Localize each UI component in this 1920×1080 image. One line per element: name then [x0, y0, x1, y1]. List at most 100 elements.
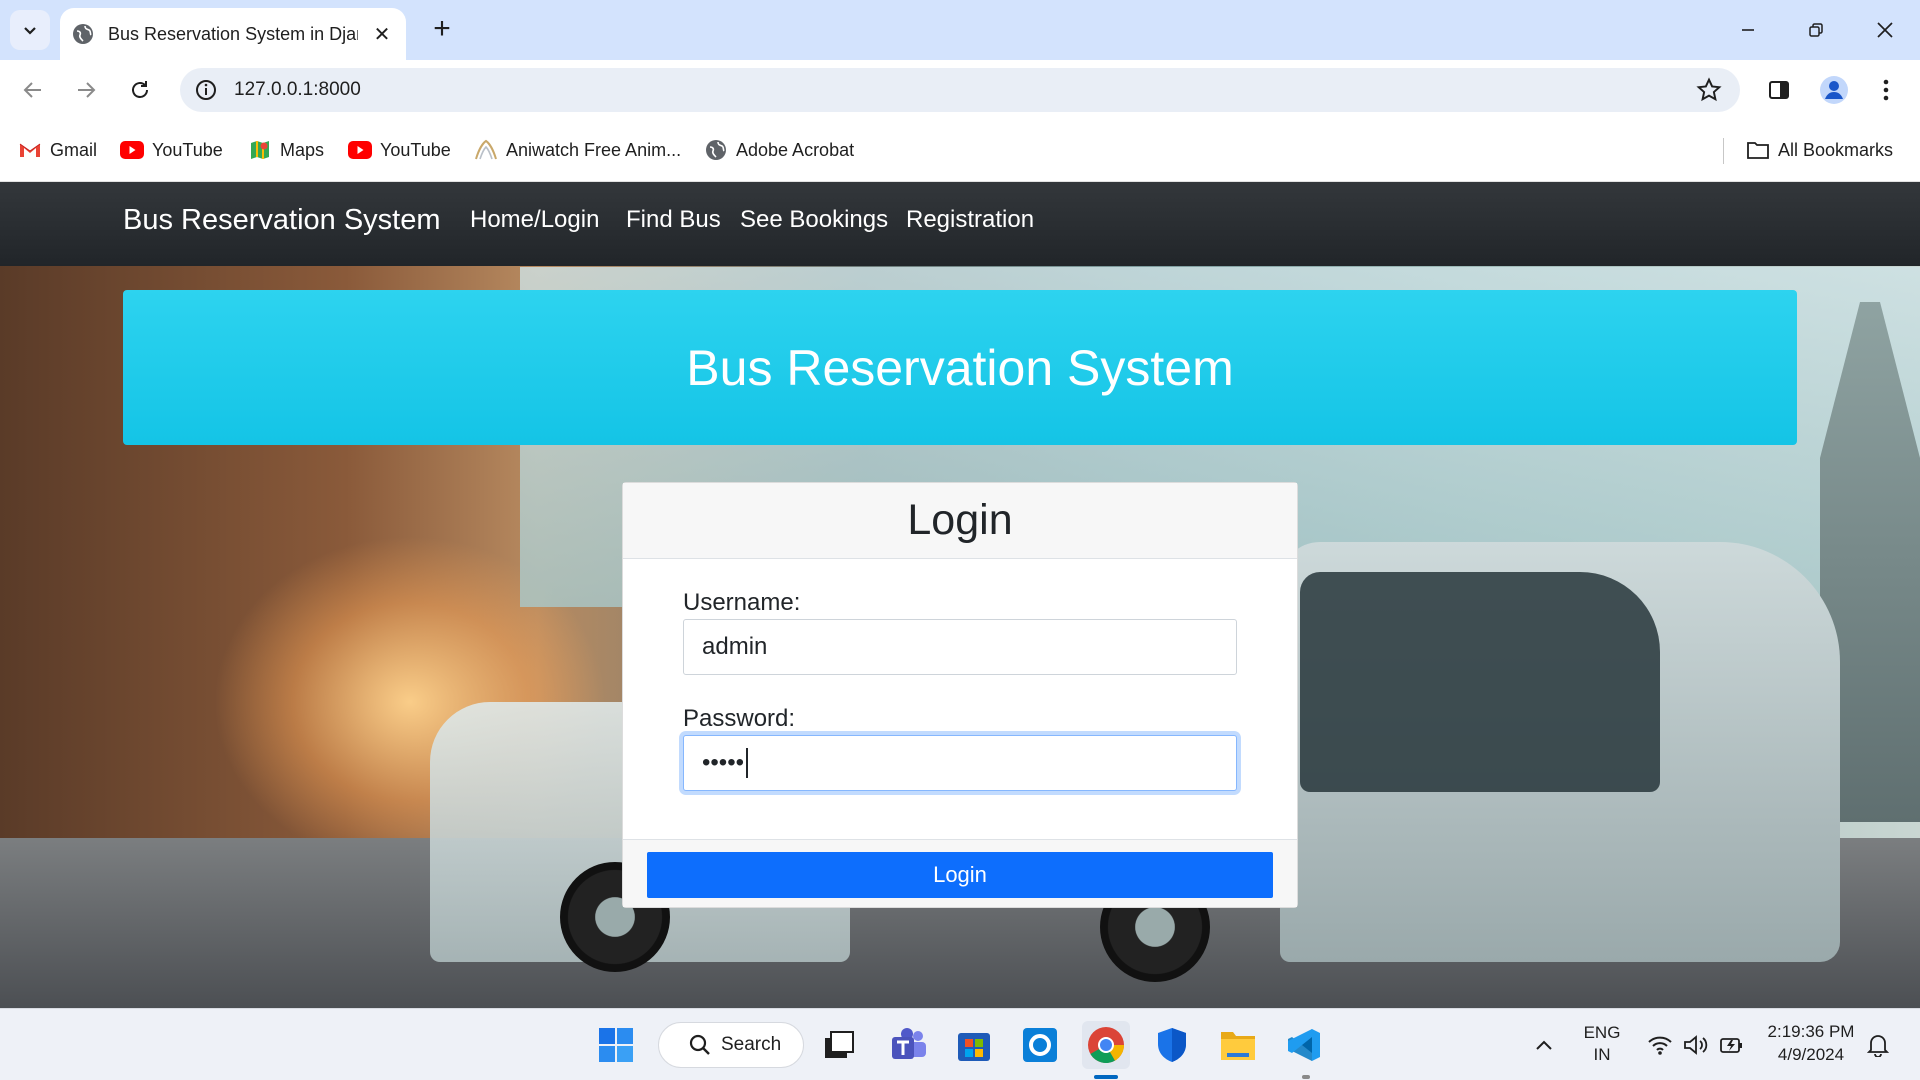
username-input[interactable]: admin [683, 619, 1237, 675]
bookmarks-bar: Gmail YouTube Maps YouTube Aniwatch Free… [0, 120, 1920, 182]
restore-button[interactable] [1786, 8, 1846, 52]
clock-date[interactable]: 4/9/2024 [1754, 1045, 1868, 1065]
nav-home-login[interactable]: Home/Login [470, 206, 599, 234]
close-icon [1877, 22, 1893, 38]
close-window-button[interactable] [1855, 8, 1915, 52]
browser-menu-button[interactable] [1870, 74, 1902, 106]
side-panel-icon [1769, 81, 1789, 99]
browser-tab-active[interactable]: Bus Reservation System in Djan ✕ [60, 8, 406, 60]
chevron-down-icon [24, 27, 36, 35]
new-tab-button[interactable]: + [424, 12, 460, 48]
nav-find-bus[interactable]: Find Bus [626, 206, 721, 234]
navbar-brand[interactable]: Bus Reservation System [123, 204, 441, 237]
bookmark-youtube-2[interactable]: YouTube [348, 136, 451, 164]
username-value: admin [702, 633, 768, 660]
chrome-app[interactable] [1082, 1021, 1130, 1069]
side-panel-button[interactable] [1763, 74, 1795, 106]
aniwatch-icon [474, 139, 498, 161]
bookmark-adobe-acrobat[interactable]: Adobe Acrobat [704, 136, 854, 164]
tab-search-button[interactable] [10, 10, 50, 50]
show-hidden-icons-button[interactable] [1520, 1021, 1568, 1069]
taskbar-search[interactable]: Search [658, 1022, 804, 1068]
bookmark-youtube[interactable]: YouTube [120, 136, 223, 164]
close-tab-icon[interactable]: ✕ [370, 22, 394, 47]
volume-icon [1684, 1035, 1708, 1055]
globe-icon [73, 24, 93, 44]
search-icon [689, 1034, 710, 1055]
teams-app[interactable] [885, 1021, 933, 1069]
profile-avatar-icon [1820, 76, 1848, 104]
battery-charging-icon [1720, 1038, 1742, 1053]
globe-icon [704, 139, 728, 161]
text-caret [746, 748, 749, 778]
cortana-app[interactable] [1016, 1021, 1064, 1069]
search-label: Search [721, 1034, 782, 1055]
nav-see-bookings[interactable]: See Bookings [740, 206, 888, 234]
username-label: Username: [683, 589, 801, 616]
hero-banner: Bus Reservation System [123, 290, 1797, 445]
all-bookmarks-button[interactable]: All Bookmarks [1746, 136, 1893, 164]
password-label: Password: [683, 705, 796, 732]
bookmark-label: Adobe Acrobat [736, 139, 855, 160]
reload-button[interactable] [120, 70, 160, 110]
cortana-icon [1023, 1028, 1057, 1062]
kebab-menu-icon [1883, 79, 1889, 101]
notifications-button[interactable] [1856, 1021, 1900, 1069]
login-button[interactable]: Login [647, 852, 1273, 898]
start-button[interactable] [592, 1021, 640, 1069]
windows-logo-icon [599, 1028, 633, 1062]
wifi-icon [1648, 1036, 1672, 1055]
address-bar[interactable]: 127.0.0.1:8000 [180, 68, 1740, 112]
vscode-icon [1288, 1029, 1320, 1061]
store-app[interactable] [950, 1021, 998, 1069]
task-view-button[interactable] [815, 1021, 863, 1069]
url-text: 127.0.0.1:8000 [234, 79, 361, 100]
reload-icon [132, 81, 148, 98]
password-mask: ••••• [702, 749, 745, 776]
forward-arrow-icon [78, 82, 96, 98]
back-arrow-icon [23, 82, 41, 98]
profile-button[interactable] [1818, 74, 1850, 106]
login-heading: Login [907, 496, 1013, 544]
tab-title: Bus Reservation System in Djan [108, 23, 358, 44]
all-bookmarks-label: All Bookmarks [1778, 139, 1894, 160]
quick-settings-button[interactable] [1636, 1021, 1756, 1069]
nav-registration[interactable]: Registration [906, 206, 1034, 234]
bookmark-label: Aniwatch Free Anim... [506, 139, 682, 160]
restore-icon [1809, 23, 1823, 37]
youtube-icon [348, 139, 372, 161]
back-button[interactable] [13, 70, 53, 110]
minimize-icon [1742, 29, 1754, 31]
site-info-icon[interactable] [194, 78, 218, 102]
bookmark-aniwatch[interactable]: Aniwatch Free Anim... [474, 136, 681, 164]
minimize-button[interactable] [1718, 8, 1778, 52]
store-icon [958, 1033, 990, 1061]
input-language-line1[interactable]: ENG [1582, 1023, 1622, 1043]
forward-button[interactable] [66, 70, 106, 110]
password-input[interactable]: ••••• [683, 735, 1237, 791]
bookmark-maps[interactable]: Maps [248, 136, 324, 164]
bookmark-label: Maps [280, 139, 325, 160]
bookmark-gmail[interactable]: Gmail [18, 136, 97, 164]
vscode-app[interactable] [1280, 1021, 1328, 1069]
background-bus-windshield [1300, 572, 1660, 792]
login-card-header: Login [623, 483, 1297, 559]
file-explorer-app[interactable] [1214, 1021, 1262, 1069]
bookmark-star-icon[interactable] [1696, 77, 1722, 103]
login-card: Login Username: admin Password: ••••• Lo… [622, 482, 1298, 908]
chevron-up-icon [1536, 1040, 1552, 1050]
shield-icon [1158, 1028, 1186, 1062]
clock-time[interactable]: 2:19:36 PM [1754, 1022, 1868, 1042]
defender-app[interactable] [1148, 1021, 1196, 1069]
site-navbar: Bus Reservation System Home/Login Find B… [0, 182, 1920, 266]
bookmark-label: YouTube [380, 139, 451, 160]
page-viewport: Bus Reservation System Home/Login Find B… [0, 182, 1920, 1008]
youtube-icon [120, 139, 144, 161]
chrome-icon [1088, 1027, 1124, 1064]
maps-icon [248, 139, 272, 161]
hero-title: Bus Reservation System [686, 339, 1234, 396]
folder-icon [1221, 1032, 1255, 1060]
input-language-line2[interactable]: IN [1582, 1045, 1622, 1065]
windows-taskbar: Search ENG IN 2:19:36 PM 4/9/2024 [0, 1008, 1920, 1080]
gmail-icon [18, 139, 42, 161]
